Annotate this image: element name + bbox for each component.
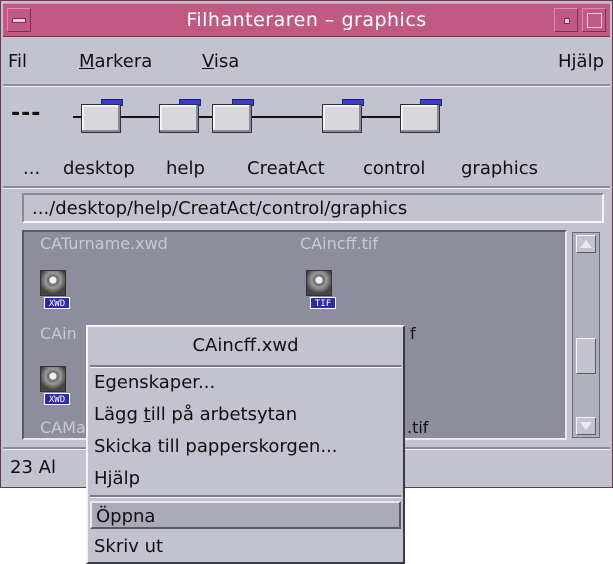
- menu-select-mnemonic: M: [79, 51, 95, 72]
- path-label-control[interactable]: control: [363, 158, 425, 179]
- scroll-thumb[interactable]: [576, 338, 596, 374]
- maximize-icon: [587, 13, 602, 28]
- file-name[interactable]: CAMa: [40, 418, 86, 437]
- folder-icon-desktop[interactable]: [81, 99, 123, 133]
- path-label-graphics[interactable]: graphics: [461, 158, 538, 179]
- arrow-down-icon: [580, 422, 592, 430]
- path-connector: [121, 116, 159, 118]
- context-menu-title: CAincff.xwd: [192, 335, 299, 356]
- file-type-badge: XWD: [44, 393, 70, 405]
- path-connector: [362, 116, 400, 118]
- menu-item-help[interactable]: Hjälp: [94, 465, 401, 493]
- xwd-file-icon[interactable]: XWD: [40, 270, 72, 314]
- file-context-menu: CAincff.xwd Egenskaper... Lägg till på a…: [86, 325, 405, 564]
- folder-icon-control[interactable]: [322, 99, 364, 133]
- minimize-icon: [564, 18, 570, 24]
- file-name[interactable]: .tif: [407, 418, 428, 437]
- path-connector: [199, 116, 212, 118]
- menu-bar: Fil Markera Visa Hjälp: [3, 40, 610, 80]
- menu-select[interactable]: Markera: [79, 51, 152, 72]
- maximize-button[interactable]: [582, 8, 606, 32]
- arrow-up-icon: [580, 240, 592, 248]
- scroll-up-button[interactable]: [576, 235, 596, 253]
- menu-file[interactable]: Fil: [8, 51, 27, 72]
- context-menu-divider: [90, 495, 401, 498]
- menu-item-label: Lägg: [94, 404, 144, 425]
- path-label-creatact[interactable]: CreatAct: [247, 158, 325, 179]
- menu-view-mnemonic: V: [202, 51, 214, 72]
- file-type-badge: XWD: [44, 297, 70, 309]
- menu-item-open[interactable]: Öppna: [90, 501, 401, 529]
- menu-select-label: arkera: [94, 51, 153, 72]
- menu-item-mnemonic: t: [143, 404, 151, 425]
- path-overflow-dots[interactable]: ---: [11, 101, 41, 126]
- context-menu-divider: [90, 365, 401, 368]
- menu-item-move-to-trash[interactable]: Skicka till papperskorgen...: [94, 433, 401, 461]
- location-field[interactable]: .../desktop/help/CreatAct/control/graphi…: [22, 193, 604, 223]
- image-thumbnail-icon: [40, 270, 66, 296]
- path-label-desktop[interactable]: desktop: [63, 158, 135, 179]
- file-name[interactable]: CAincff.tif: [300, 234, 378, 253]
- menu-item-print[interactable]: Skriv ut: [94, 533, 401, 561]
- file-name[interactable]: f: [410, 324, 416, 343]
- path-connector: [252, 116, 322, 118]
- file-name[interactable]: CATurname.xwd: [40, 234, 168, 253]
- menu-view-label: isa: [213, 51, 240, 72]
- menu-help[interactable]: Hjälp: [558, 51, 604, 72]
- folder-icon-creatact[interactable]: [212, 99, 254, 133]
- folder-path-bar: --- ... desktop help CreatAct control gr…: [3, 90, 610, 188]
- window-title: Filhanteraren – graphics: [186, 9, 427, 31]
- menu-item-label: ill på arbetsytan: [150, 404, 298, 425]
- folder-icon-help[interactable]: [159, 99, 201, 133]
- path-label-help[interactable]: help: [166, 158, 205, 179]
- status-text: 23 Al: [10, 457, 56, 478]
- image-thumbnail-icon: [306, 270, 332, 296]
- file-type-badge: TIF: [310, 297, 336, 309]
- vertical-scrollbar[interactable]: [572, 232, 600, 438]
- tif-file-icon[interactable]: TIF: [306, 270, 338, 314]
- menu-item-add-to-desktop[interactable]: Lägg till på arbetsytan: [94, 401, 401, 429]
- path-divider: [3, 186, 610, 189]
- folder-icon-graphics[interactable]: [400, 99, 442, 133]
- scroll-down-button[interactable]: [576, 417, 596, 435]
- menu-item-properties[interactable]: Egenskaper...: [94, 369, 401, 397]
- title-bar[interactable]: Filhanteraren – graphics: [3, 3, 610, 37]
- menu-view[interactable]: Visa: [202, 51, 239, 72]
- file-name[interactable]: CAin: [40, 324, 77, 343]
- menu-divider: [3, 84, 610, 87]
- xwd-file-icon[interactable]: XWD: [40, 366, 72, 410]
- location-text: .../desktop/help/CreatAct/control/graphi…: [32, 198, 408, 219]
- image-thumbnail-icon: [40, 366, 66, 392]
- minimize-button[interactable]: [554, 8, 578, 32]
- path-label-ellipsis[interactable]: ...: [23, 158, 40, 179]
